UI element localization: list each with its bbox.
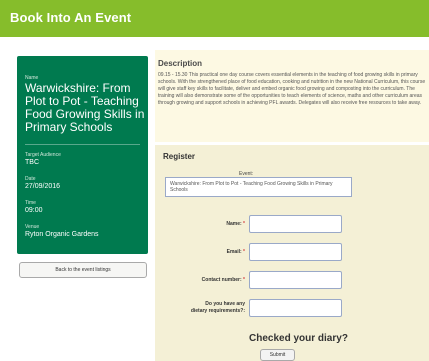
email-input[interactable] xyxy=(249,243,342,261)
date-label: Date xyxy=(25,176,36,182)
name-input[interactable] xyxy=(249,215,342,233)
time-value: 09:00 xyxy=(25,207,43,214)
submit-button[interactable]: Submit xyxy=(260,349,295,361)
venue-value: Ryton Organic Gardens xyxy=(25,231,99,238)
email-label-text: Email: xyxy=(226,249,242,255)
sidebar-divider xyxy=(25,144,140,145)
register-panel: Register Event: Warwickshire: From Plot … xyxy=(155,145,429,361)
required-marker: * xyxy=(243,221,245,227)
dietary-requirements-input[interactable] xyxy=(249,299,342,317)
time-label: Time xyxy=(25,200,36,206)
audience-label: Target Audience xyxy=(25,152,61,158)
audience-value: TBC xyxy=(25,159,39,166)
required-marker: * xyxy=(243,249,245,255)
register-heading: Register xyxy=(163,152,196,161)
contact-number-label: Contact number: * xyxy=(161,277,245,283)
contact-number-input[interactable] xyxy=(249,271,342,289)
name-field-label: Name: * xyxy=(161,221,245,227)
dietary-label-line-1: Do you have any xyxy=(205,301,245,307)
name-label-text: Name: xyxy=(226,221,242,227)
page-title: Book Into An Event xyxy=(10,10,132,25)
required-marker: * xyxy=(243,277,245,283)
description-panel: Description 09.15 - 15.30 This practical… xyxy=(155,50,429,142)
event-summary-card: Name Warwickshire: From Plot to Pot - Te… xyxy=(17,56,148,254)
description-heading: Description xyxy=(158,59,203,68)
description-text: 09.15 - 15.30 This practical one day cou… xyxy=(158,72,426,106)
dietary-requirements-label: Do you have any dietary requirements?: xyxy=(161,301,245,315)
email-field-label: Email: * xyxy=(161,249,245,255)
event-field[interactable]: Warwickshire: From Plot to Pot - Teachin… xyxy=(165,177,352,197)
venue-label: Venue xyxy=(25,224,40,230)
date-value: 27/09/2016 xyxy=(25,183,61,190)
event-name: Warwickshire: From Plot to Pot - Teachin… xyxy=(25,81,145,134)
checked-diary-text: Checked your diary? xyxy=(249,333,348,344)
contact-label-text: Contact number: xyxy=(201,277,242,283)
back-to-listings-button[interactable]: Back to the event listings xyxy=(19,262,147,278)
dietary-label-line-2: dietary requirements?: xyxy=(190,308,245,314)
page-header: Book Into An Event xyxy=(0,0,429,37)
